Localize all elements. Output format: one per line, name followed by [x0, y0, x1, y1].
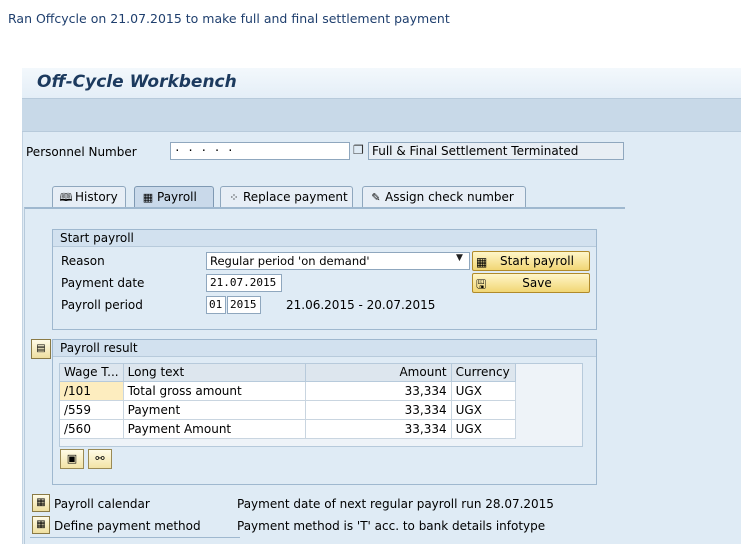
- divider: [30, 537, 240, 538]
- save-button[interactable]: 🖫 Save: [472, 273, 590, 293]
- column-header-currency[interactable]: Currency: [451, 364, 516, 382]
- payment-date-label: Payment date: [61, 276, 145, 290]
- tab-replace-payment[interactable]: ⁘ Replace payment: [220, 186, 353, 207]
- payroll-calendar-label[interactable]: Payroll calendar: [54, 497, 150, 511]
- tab-assign-label: Assign check number: [385, 190, 514, 204]
- payroll-period-label: Payroll period: [61, 298, 143, 312]
- wage-type-cell[interactable]: /101: [60, 381, 124, 401]
- tab-replace-label: Replace payment: [243, 190, 348, 204]
- currency-cell: UGX: [451, 400, 516, 420]
- payroll-result-title: Payroll result: [53, 340, 596, 357]
- compare-button[interactable]: ⚯: [88, 449, 112, 469]
- payroll-period-range: 21.06.2015 - 20.07.2015: [286, 298, 436, 312]
- column-header-long-text[interactable]: Long text: [123, 364, 306, 382]
- payroll-period-year-input[interactable]: 2015: [227, 296, 261, 314]
- table-header-row: Wage T... Long text Amount Currency: [60, 364, 516, 382]
- check-icon: ✎: [371, 191, 381, 204]
- copy-icon[interactable]: ❐: [353, 143, 367, 158]
- personnel-number-label: Personnel Number: [26, 145, 137, 159]
- currency-cell: UGX: [451, 419, 516, 439]
- long-text-cell: Payment Amount: [123, 419, 306, 439]
- amount-cell: 33,334: [305, 381, 452, 401]
- caption-text: Ran Offcycle on 21.07.2015 to make full …: [8, 11, 450, 26]
- reason-label: Reason: [61, 254, 105, 268]
- payroll-result-table: Wage T... Long text Amount Currency /101…: [60, 364, 516, 439]
- tab-assign-check-number[interactable]: ✎ Assign check number: [362, 186, 526, 207]
- start-payroll-title: Start payroll: [53, 230, 596, 247]
- amount-cell: 33,334: [305, 419, 452, 439]
- payroll-calendar-text: Payment date of next regular payroll run…: [237, 497, 554, 511]
- amount-cell: 33,334: [305, 400, 452, 420]
- details-icon: ▣: [66, 452, 78, 465]
- tab-payroll-label: Payroll: [157, 190, 197, 204]
- tab-history[interactable]: 🕮 History: [52, 186, 126, 207]
- table-row[interactable]: /559 Payment 33,334 UGX: [60, 400, 516, 420]
- payroll-period-number-input[interactable]: 01: [206, 296, 226, 314]
- long-text-cell: Payment: [123, 400, 306, 420]
- column-header-wage-type[interactable]: Wage T...: [60, 364, 124, 382]
- personnel-number-input[interactable]: · · · · ·: [170, 142, 350, 160]
- history-icon: 🕮: [59, 191, 73, 204]
- calculator-icon: ▦: [142, 191, 154, 204]
- tab-payroll[interactable]: ▦ Payroll: [134, 186, 214, 208]
- collapse-group-icon[interactable]: ▤: [31, 339, 51, 359]
- chevron-down-icon[interactable]: ▼: [456, 253, 463, 263]
- details-button[interactable]: ▣: [60, 449, 84, 469]
- reason-dropdown[interactable]: Regular period 'on demand': [206, 252, 470, 270]
- wage-type-cell[interactable]: /560: [60, 419, 124, 439]
- glasses-icon: ⚯: [95, 452, 105, 465]
- personnel-status-text: Full & Final Settlement Terminated: [368, 142, 624, 160]
- table-row[interactable]: /560 Payment Amount 33,334 UGX: [60, 419, 516, 439]
- application-toolbar: [22, 98, 741, 132]
- payment-method-text: Payment method is 'T' acc. to bank detai…: [237, 519, 546, 533]
- payment-date-input[interactable]: 21.07.2015: [206, 274, 282, 292]
- start-payroll-button[interactable]: ▦ Start payroll: [472, 251, 590, 271]
- long-text-cell: Total gross amount: [123, 381, 306, 401]
- tab-history-label: History: [75, 190, 118, 204]
- payment-method-label[interactable]: Define payment method: [54, 519, 201, 533]
- app-title: Off-Cycle Workbench: [37, 72, 237, 92]
- payroll-calendar-icon[interactable]: ▦: [32, 494, 50, 512]
- replace-icon: ⁘: [229, 191, 239, 204]
- table-row[interactable]: /101 Total gross amount 33,334 UGX: [60, 381, 516, 401]
- column-header-amount[interactable]: Amount: [305, 364, 452, 382]
- payment-method-icon[interactable]: ▦: [32, 516, 50, 534]
- currency-cell: UGX: [451, 381, 516, 401]
- wage-type-cell[interactable]: /559: [60, 400, 124, 420]
